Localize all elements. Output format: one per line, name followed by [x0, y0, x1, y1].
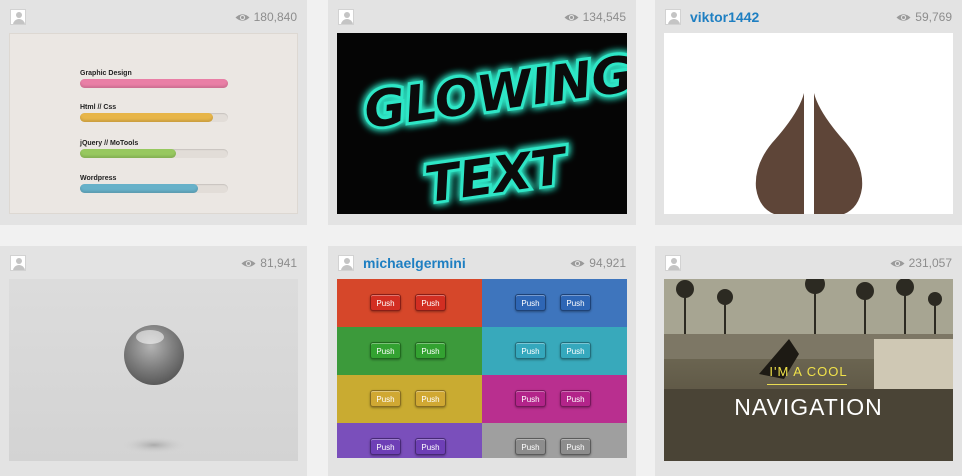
view-count-value: 81,941 — [260, 256, 297, 270]
snippet-card[interactable]: 180,840 Graphic Design Html // Css jQuery … — [0, 0, 307, 225]
skill-label: jQuery // MoTools — [80, 140, 139, 147]
snippet-card[interactable]: 134,545 GLOWING GLOWING TEXT TEXT — [328, 0, 636, 225]
eye-icon — [241, 259, 256, 267]
snippet-preview[interactable] — [9, 279, 298, 461]
skill-track — [80, 149, 228, 158]
skill-label: Wordpress — [80, 175, 117, 182]
user-avatar-icon[interactable] — [338, 255, 354, 271]
push-button[interactable]: Push — [515, 342, 546, 359]
push-button[interactable]: Push — [415, 438, 446, 455]
button-demo-cell: Push Push — [482, 279, 627, 327]
skill-fill — [80, 79, 228, 88]
skill-fill — [80, 113, 214, 122]
view-count-value: 180,840 — [253, 10, 297, 24]
snippet-preview[interactable]: Graphic Design Html // Css jQuery // MoToo… — [9, 33, 298, 214]
view-count-value: 134,545 — [582, 10, 626, 24]
button-demo-cell: Push Push — [337, 279, 482, 327]
view-count: 231,057 — [890, 255, 952, 271]
push-button[interactable]: Push — [415, 342, 446, 359]
skill-track — [80, 113, 228, 122]
user-avatar-icon[interactable] — [10, 255, 26, 271]
skill-track — [80, 184, 228, 193]
snippet-card[interactable]: 231,057 I'M A COOL NAVIGATION — [655, 246, 962, 476]
skill-bar: Graphic Design — [80, 69, 228, 88]
view-count: 134,545 — [564, 9, 626, 25]
push-button[interactable]: Push — [515, 390, 546, 407]
user-avatar-icon[interactable] — [665, 255, 681, 271]
button-demo-cell: Push Push — [337, 423, 482, 458]
skill-fill — [80, 149, 177, 158]
snippet-card[interactable]: viktor1442 59,769 — [655, 0, 962, 225]
sphere-graphic — [120, 325, 188, 454]
snippet-preview[interactable] — [664, 33, 953, 214]
skill-fill — [80, 184, 199, 193]
push-button[interactable]: Push — [560, 390, 591, 407]
push-button[interactable]: Push — [415, 390, 446, 407]
eye-icon — [235, 13, 250, 21]
nav-title: NAVIGATION — [734, 394, 883, 420]
card-header: 81,941 — [0, 246, 307, 278]
card-header: viktor1442 59,769 — [655, 0, 962, 32]
snippet-preview[interactable]: Push Push Push Push Push Push Push Push Push Push… — [337, 279, 627, 461]
skill-bar: Wordpress — [80, 174, 228, 193]
snippet-preview[interactable]: GLOWING GLOWING TEXT TEXT — [337, 33, 627, 214]
skill-label: Graphic Design — [80, 70, 132, 77]
push-button[interactable]: Push — [515, 294, 546, 311]
eye-icon — [890, 259, 905, 267]
user-avatar-icon[interactable] — [338, 9, 354, 25]
view-count: 180,840 — [235, 9, 297, 25]
skill-track — [80, 79, 228, 88]
card-header: michaelgermini 94,921 — [328, 246, 636, 278]
push-button[interactable]: Push — [370, 342, 401, 359]
push-button[interactable]: Push — [370, 438, 401, 455]
user-avatar-icon[interactable] — [10, 9, 26, 25]
view-count-value: 231,057 — [908, 256, 952, 270]
username-link[interactable]: viktor1442 — [690, 8, 759, 26]
button-demo-cell: Push Push — [482, 375, 627, 423]
push-button[interactable]: Push — [560, 294, 591, 311]
button-demo-cell: Push Push — [482, 423, 627, 458]
push-button[interactable]: Push — [415, 294, 446, 311]
snippet-card[interactable]: michaelgermini 94,921 Push Push Push Push Pu… — [328, 246, 636, 476]
skill-label: Html // Css — [80, 104, 117, 111]
view-count-value: 94,921 — [589, 256, 626, 270]
skill-bar: jQuery // MoTools — [80, 139, 228, 158]
button-demo-cell: Push Push — [482, 327, 627, 375]
svg-text:TEXT: TEXT — [422, 137, 573, 214]
svg-text:GLOWING: GLOWING — [361, 45, 627, 140]
button-demo-cell: Push Push — [337, 375, 482, 423]
eye-icon — [564, 13, 579, 21]
view-count-value: 59,769 — [915, 10, 952, 24]
snippet-preview[interactable]: I'M A COOL NAVIGATION — [664, 279, 953, 461]
snippet-card[interactable]: 81,941 — [0, 246, 307, 476]
card-header: 134,545 — [328, 0, 636, 32]
push-button[interactable]: Push — [560, 438, 591, 455]
push-button[interactable]: Push — [370, 390, 401, 407]
view-count: 81,941 — [241, 255, 297, 271]
button-demo-cell: Push Push — [337, 327, 482, 375]
glowing-text-graphic: GLOWING GLOWING TEXT TEXT — [358, 42, 627, 214]
eye-icon — [896, 13, 911, 21]
skill-bar: Html // Css — [80, 103, 228, 122]
push-button[interactable]: Push — [515, 438, 546, 455]
card-header: 231,057 — [655, 246, 962, 278]
push-button[interactable]: Push — [560, 342, 591, 359]
eye-icon — [570, 259, 585, 267]
view-count: 94,921 — [570, 255, 626, 271]
card-header: 180,840 — [0, 0, 307, 32]
nav-tagline: I'M A COOL — [769, 364, 848, 379]
user-avatar-icon[interactable] — [665, 9, 681, 25]
username-link[interactable]: michaelgermini — [363, 254, 466, 272]
divider — [767, 384, 847, 385]
view-count: 59,769 — [896, 9, 952, 25]
push-button[interactable]: Push — [370, 294, 401, 311]
coffee-bean-shape — [755, 93, 863, 214]
